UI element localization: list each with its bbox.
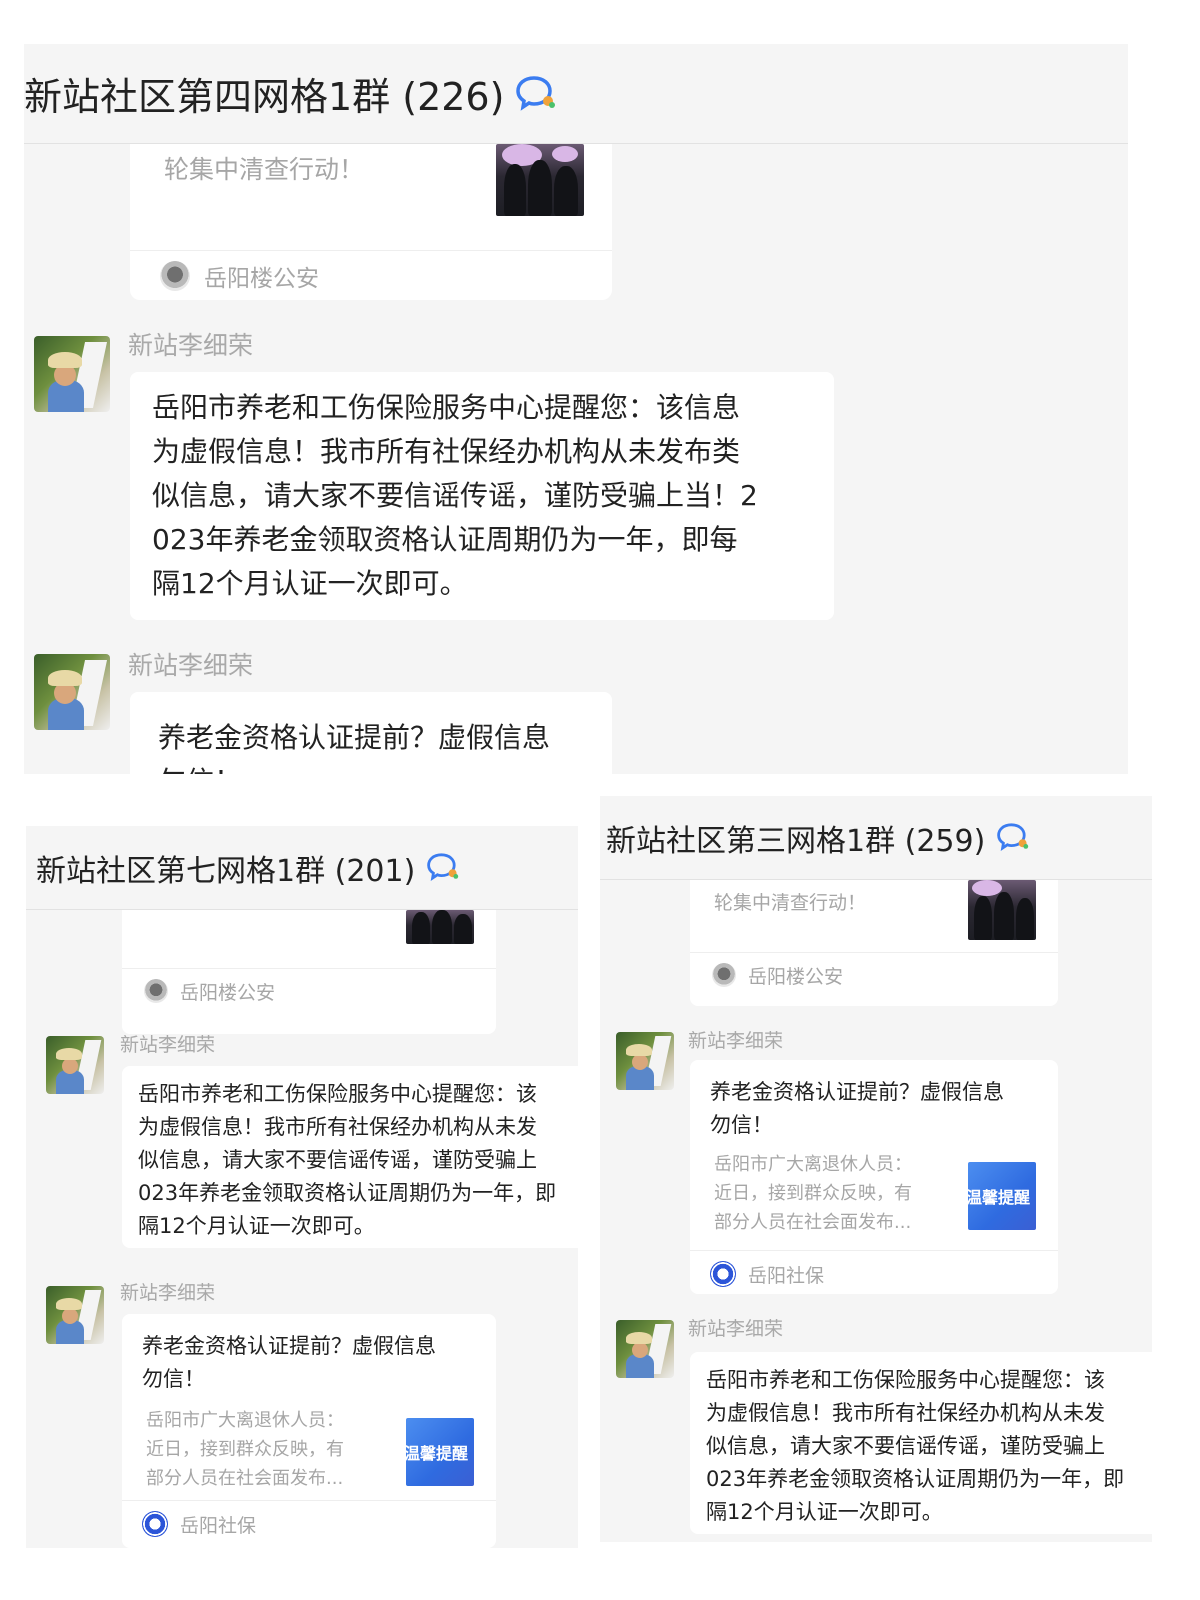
link-card-title: 养老金资格认证提前？虚假信息 勿信！ [142,1334,436,1391]
police-photo-thumbnail [406,910,474,944]
group-title: 新站社区第三网格1群 (259) [606,823,986,859]
message-text: 岳阳市养老和工伤保险服务中心提醒您：该 为虚假信息！我市所有社保经办机构从未发 … [706,1368,1125,1524]
police-emblem-icon [712,963,736,987]
shared-link-card[interactable]: 养老金资格认证提前？虚假信息 勿信！ 岳阳市广大离退休人员： 近日，接到群众反映… [122,1314,496,1548]
chat-bubble-icon[interactable] [425,850,461,886]
card-source: 岳阳社保 [142,1508,256,1540]
source-name: 岳阳楼公安 [748,965,844,988]
source-name: 岳阳社保 [748,1264,825,1287]
sender-name: 新站李细荣 [128,331,254,360]
avatar[interactable] [616,1032,674,1090]
link-card-desc: 岳阳市广大离退休人员： 近日，接到群众反映，有 部分人员在社会面发布... [714,1154,912,1233]
shared-link-card[interactable]: 养老金资格认证提前？虚假信息 勿信！ 岳阳市广大离退休人员： 近日，接到群众反映… [690,1060,1058,1294]
avatar[interactable] [34,654,110,730]
avatar[interactable] [46,1036,104,1094]
notice-thumbnail: 温馨提醒 [406,1418,474,1486]
sender-name: 新站李细荣 [120,1034,216,1056]
sender-name: 新站李细荣 [688,1030,784,1052]
message-bubble[interactable]: 岳阳市养老和工伤保险服务中心提醒您：该 为虚假信息！我市所有社保经办机构从未发 … [122,1066,578,1248]
source-name: 岳阳社保 [180,1514,257,1537]
card-source: 岳阳楼公安 [712,960,843,990]
card-source: 岳阳楼公安 [160,258,319,294]
avatar[interactable] [46,1286,104,1344]
shared-article-card[interactable]: 轮集中清查行动！ 岳阳楼公安 [690,880,1058,1006]
social-security-logo-icon [142,1511,168,1537]
sender-name: 新站李细荣 [128,651,254,680]
chat-header: 新站社区第三网格1群 (259) [600,796,1152,880]
chat-header: 新站社区第四网格1群 (226) [24,44,1128,144]
police-photo-thumbnail [968,880,1036,940]
police-photo-thumbnail [496,144,584,216]
message-bubble[interactable]: 岳阳市养老和工伤保险服务中心提醒您：该 为虚假信息！我市所有社保经办机构从未发 … [690,1352,1152,1534]
message-text: 岳阳市养老和工伤保险服务中心提醒您：该 为虚假信息！我市所有社保经办机构从未发 … [138,1082,557,1238]
notice-thumbnail: 温馨提醒 [968,1162,1036,1230]
card-source: 岳阳社保 [710,1258,824,1290]
avatar[interactable] [616,1320,674,1378]
social-security-logo-icon [710,1261,736,1287]
chat-bubble-icon[interactable] [995,820,1031,856]
group-title: 新站社区第七网格1群 (201) [36,853,416,889]
group-title: 新站社区第四网格1群 (226) [24,75,505,119]
avatar[interactable] [34,336,110,412]
shared-link-card[interactable]: 养老金资格认证提前？虚假信息 勿信！ [130,692,612,774]
card-source: 岳阳楼公安 [144,976,275,1006]
link-card-title: 养老金资格认证提前？虚假信息 勿信！ [158,721,551,774]
link-card-title: 养老金资格认证提前？虚假信息 勿信！ [710,1080,1004,1137]
chat-bubble-icon[interactable] [514,72,558,116]
chat-header: 新站社区第七网格1群 (201) [26,826,578,910]
source-name: 岳阳楼公安 [180,981,276,1004]
message-bubble[interactable]: 岳阳市养老和工伤保险服务中心提醒您：该信息 为虚假信息！我市所有社保经办机构从未… [130,372,834,620]
article-desc: 轮集中清查行动！ [714,892,867,914]
police-emblem-icon [160,261,190,291]
link-card-desc: 岳阳市广大离退休人员： 近日，接到群众反映，有 部分人员在社会面发布... [146,1410,344,1489]
shared-article-card[interactable]: 岳阳楼公安 [122,910,496,1034]
source-name: 岳阳楼公安 [204,266,319,292]
chat-panel-grid4: 新站社区第四网格1群 (226) 轮集中清查行动！ 岳阳楼公安 新站李细荣 岳阳… [24,44,1128,774]
shared-article-card[interactable]: 轮集中清查行动！ 岳阳楼公安 [130,144,612,300]
chat-panel-grid3: 新站社区第三网格1群 (259) 轮集中清查行动！ 岳阳楼公安 新站李细荣 养老… [600,796,1152,1542]
message-text: 岳阳市养老和工伤保险服务中心提醒您：该信息 为虚假信息！我市所有社保经办机构从未… [152,391,758,600]
police-emblem-icon [144,979,168,1003]
chat-panel-grid7: 新站社区第七网格1群 (201) 岳阳楼公安 新站李细荣 岳阳市养老和工伤保险服… [26,826,578,1548]
sender-name: 新站李细荣 [688,1318,784,1340]
article-desc: 轮集中清查行动！ [164,155,365,184]
sender-name: 新站李细荣 [120,1282,216,1304]
